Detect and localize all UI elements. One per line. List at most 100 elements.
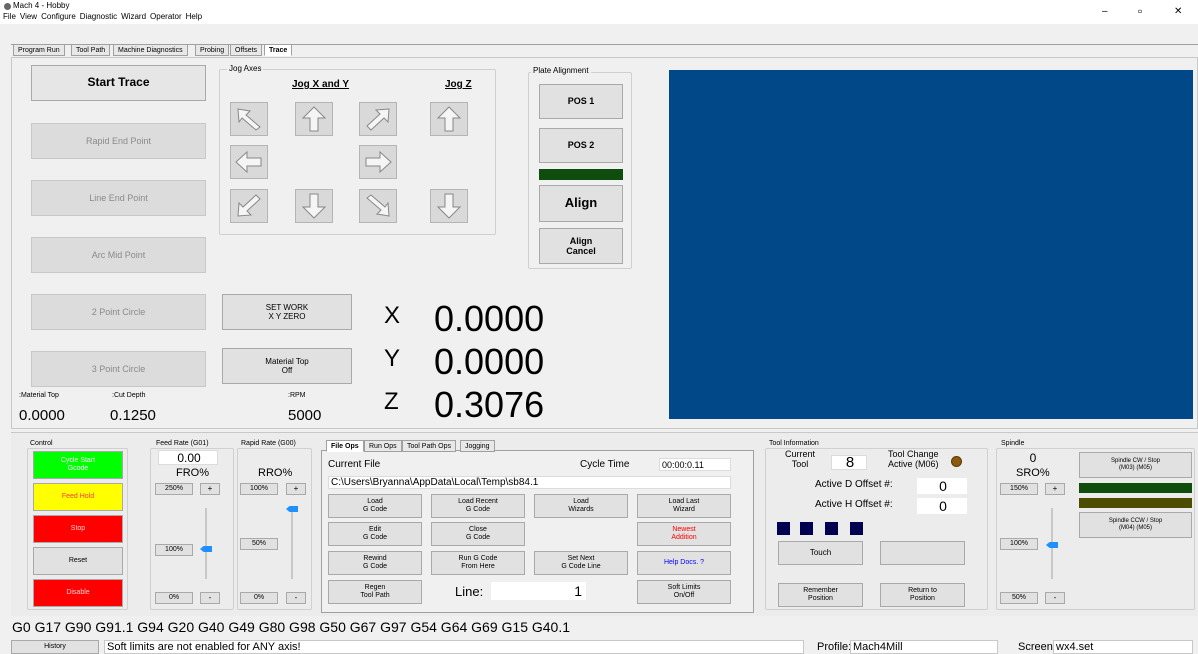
load-wizards-button[interactable]: Load Wizards: [534, 494, 628, 518]
fro-100-button[interactable]: 100%: [155, 544, 193, 556]
set-work-xy-zero-button[interactable]: SET WORK X Y ZERO: [222, 294, 352, 330]
screen-label: Screen: [1018, 641, 1053, 653]
h-offset-value: 0: [917, 498, 967, 514]
soft-limits-button[interactable]: Soft Limits On/Off: [637, 580, 731, 604]
jog-up-right-button[interactable]: [359, 102, 397, 136]
rapid-rate-label: Rapid Rate (G00): [241, 440, 296, 447]
jog-y-minus-button[interactable]: [295, 189, 333, 223]
spindle-ccw-button[interactable]: Spindle CCW / Stop (M04) (M05): [1079, 512, 1192, 538]
align-cancel-button[interactable]: Align Cancel: [539, 228, 623, 264]
history-button[interactable]: History: [11, 640, 99, 654]
cycle-start-button[interactable]: Cycle Start Gcode: [33, 451, 123, 479]
tab-offsets[interactable]: Offsets: [230, 44, 263, 56]
line-number-value[interactable]: 1: [491, 582, 586, 600]
h-offset-label: Active H Offset #:: [815, 499, 893, 510]
rro-minus-button[interactable]: -: [286, 592, 306, 604]
blank-tool-button[interactable]: [880, 541, 965, 565]
menu-configure[interactable]: Configure: [41, 12, 76, 21]
remember-position-button[interactable]: Remember Position: [778, 583, 863, 607]
tab-run-ops[interactable]: Run Ops: [364, 440, 402, 452]
newest-addition-button[interactable]: Newest Addition: [637, 522, 731, 546]
help-docs-button[interactable]: Help Docs. ?: [637, 551, 731, 575]
menu-wizard[interactable]: Wizard: [121, 12, 146, 21]
fro-250-button[interactable]: 250%: [155, 483, 193, 495]
jog-down-right-button[interactable]: [359, 189, 397, 223]
rro-plus-button[interactable]: +: [286, 483, 306, 495]
minimize-button[interactable]: –: [1102, 6, 1108, 17]
sro-minus-button[interactable]: -: [1045, 592, 1065, 604]
z-axis-label: Z: [384, 388, 399, 415]
jog-down-left-button[interactable]: [230, 189, 268, 223]
fro-minus-button[interactable]: -: [200, 592, 220, 604]
two-point-circle-button[interactable]: 2 Point Circle: [31, 294, 206, 330]
spindle-cw-button[interactable]: Spindle CW / Stop (M03) (M05): [1079, 452, 1192, 478]
edit-gcode-button[interactable]: Edit G Code: [328, 522, 422, 546]
sro-plus-button[interactable]: +: [1045, 483, 1065, 495]
arrow-up-right-icon: [366, 108, 390, 131]
align-button[interactable]: Align: [539, 185, 623, 222]
return-to-position-button[interactable]: Return to Position: [880, 583, 965, 607]
menu-operator[interactable]: Operator: [150, 12, 182, 21]
x-axis-dro: 0.0000: [434, 298, 545, 339]
sro-100-button[interactable]: 100%: [1000, 538, 1038, 550]
menu-help[interactable]: Help: [186, 12, 202, 21]
rro-100-button[interactable]: 100%: [240, 483, 278, 495]
load-recent-gcode-button[interactable]: Load Recent G Code: [431, 494, 525, 518]
jog-z-label: Jog Z: [445, 79, 472, 90]
toolpath-display[interactable]: [669, 70, 1193, 419]
sro-150-button[interactable]: 150%: [1000, 483, 1038, 495]
tab-probing[interactable]: Probing: [195, 44, 230, 56]
line-end-point-button[interactable]: Line End Point: [31, 180, 206, 216]
jog-x-minus-button[interactable]: [230, 145, 268, 179]
menu-view[interactable]: View: [20, 12, 37, 21]
tab-machine-diagnostics[interactable]: Machine Diagnostics: [113, 44, 188, 56]
d-offset-value: 0: [917, 478, 967, 494]
close-button[interactable]: ✕: [1174, 6, 1182, 17]
material-top-button[interactable]: Material Top Off: [222, 348, 352, 384]
rro-50-button[interactable]: 50%: [240, 538, 278, 550]
sro-label: SRO%: [1016, 467, 1050, 479]
menu-file[interactable]: File: [3, 12, 16, 21]
rro-label: RRO%: [258, 467, 293, 479]
pos1-button[interactable]: POS 1: [539, 84, 623, 119]
tab-file-ops[interactable]: File Ops: [326, 440, 364, 452]
arrow-down-icon: [301, 193, 327, 219]
jog-up-left-button[interactable]: [230, 102, 268, 136]
set-next-line-button[interactable]: Set Next G Code Line: [534, 551, 628, 575]
tab-jogging[interactable]: Jogging: [460, 440, 495, 452]
jog-z-plus-button[interactable]: [430, 102, 468, 136]
disable-button[interactable]: Disable: [33, 579, 123, 607]
jog-x-plus-button[interactable]: [359, 145, 397, 179]
touch-button[interactable]: Touch: [778, 541, 863, 565]
jog-y-plus-button[interactable]: [295, 102, 333, 136]
run-from-here-button[interactable]: Run G Code From Here: [431, 551, 525, 575]
load-gcode-button[interactable]: Load G Code: [328, 494, 422, 518]
rro-0-button[interactable]: 0%: [240, 592, 278, 604]
close-gcode-button[interactable]: Close G Code: [431, 522, 525, 546]
regen-tool-path-button[interactable]: Regen Tool Path: [328, 580, 422, 604]
reset-button[interactable]: Reset: [33, 547, 123, 575]
rewind-gcode-button[interactable]: Rewind G Code: [328, 551, 422, 575]
status-message: Soft limits are not enabled for ANY axis…: [104, 640, 804, 654]
load-last-wizard-button[interactable]: Load Last Wizard: [637, 494, 731, 518]
sro-50-button[interactable]: 50%: [1000, 592, 1038, 604]
tab-program-run[interactable]: Program Run: [13, 44, 65, 56]
pos2-button[interactable]: POS 2: [539, 128, 623, 163]
jog-z-minus-button[interactable]: [430, 189, 468, 223]
fro-plus-button[interactable]: +: [200, 483, 220, 495]
restore-button[interactable]: ▫: [1138, 4, 1142, 18]
menu-diagnostic[interactable]: Diagnostic: [80, 12, 117, 21]
tab-tool-path[interactable]: Tool Path: [71, 44, 111, 56]
current-tool-label: Current Tool: [785, 449, 816, 469]
arc-mid-point-button[interactable]: Arc Mid Point: [31, 237, 206, 273]
tab-trace[interactable]: Trace: [264, 44, 293, 56]
tab-tool-path-ops[interactable]: Tool Path Ops: [402, 440, 456, 452]
stop-button[interactable]: Stop: [33, 515, 123, 543]
fro-0-button[interactable]: 0%: [155, 592, 193, 604]
start-trace-button[interactable]: Start Trace: [31, 65, 206, 101]
three-point-circle-button[interactable]: 3 Point Circle: [31, 351, 206, 387]
rapid-end-point-button[interactable]: Rapid End Point: [31, 123, 206, 159]
feed-hold-button[interactable]: Feed Hold: [33, 483, 123, 511]
jog-axes-label: Jog Axes: [227, 64, 264, 73]
line-label: Line:: [455, 584, 484, 599]
